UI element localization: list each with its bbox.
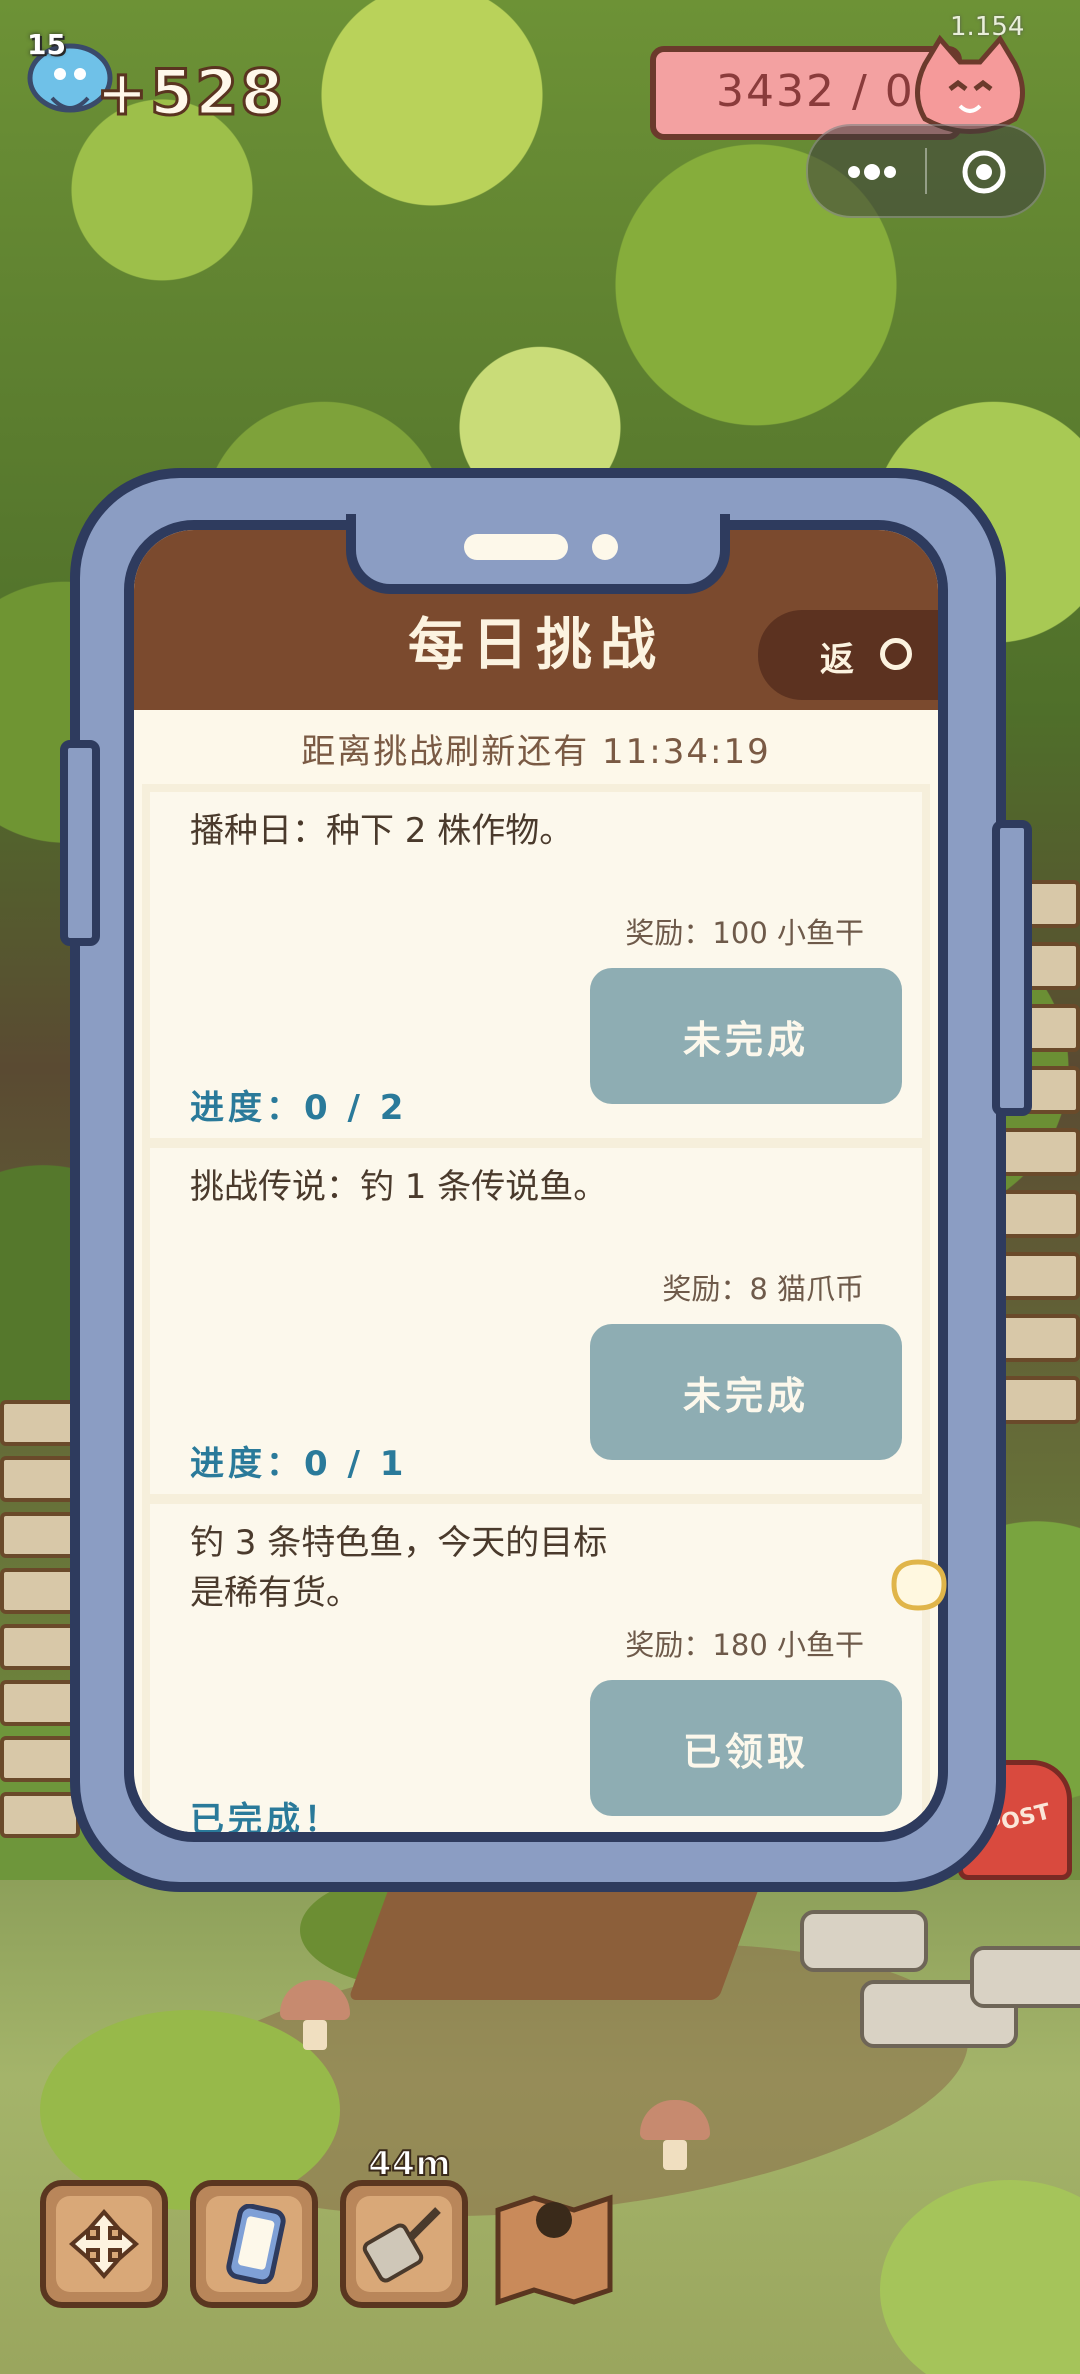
claimed-button[interactable]: 已领取 [590, 1680, 902, 1816]
challenge-description: 挑战传说：钓 1 条传说鱼。 [190, 1167, 608, 1207]
fishing-net-icon [362, 2207, 441, 2283]
pointing-hand-icon [891, 1559, 947, 1611]
phone-tool-button[interactable] [190, 2180, 318, 2308]
challenge-card: 钓 3 条特色鱼，今天的目标是稀有货。 奖励：180 小鱼干 已领取 已完成！ [150, 1504, 922, 1840]
panel-screen: 每日挑战 返 距离挑战刷新还有 11:34:19 播种日：种下 2 株作物。 奖… [124, 520, 948, 1842]
phone-side-button [992, 820, 1032, 1116]
wooden-deck [348, 1880, 762, 2000]
challenge-card: 播种日：种下 2 株作物。 奖励：100 小鱼干 未完成 进度：0 / 2 [150, 792, 922, 1138]
player-level: 15 [27, 28, 66, 61]
coin-value: 3432 / 0 [716, 66, 915, 117]
tool-timer: 44m [367, 2143, 452, 2185]
challenge-progress: 已完成！ [190, 1800, 342, 1840]
challenge-description: 播种日：种下 2 株作物。 [190, 811, 574, 851]
refresh-countdown: 距离挑战刷新还有 11:34:19 [301, 732, 771, 772]
back-button[interactable]: 返 [758, 610, 938, 700]
phone-notch [346, 514, 730, 594]
gem-count: +528 [94, 55, 286, 131]
mushroom-icon [280, 1980, 350, 2050]
challenge-progress: 进度：0 / 2 [190, 1088, 408, 1128]
more-dots-icon[interactable] [842, 154, 902, 190]
challenge-reward: 奖励：180 小鱼干 [625, 1628, 864, 1662]
mini-program-capsule [806, 124, 1046, 218]
challenge-reward: 奖励：100 小鱼干 [625, 916, 864, 950]
challenge-description: 钓 3 条特色鱼，今天的目标是稀有货。 [190, 1523, 608, 1613]
back-circle-icon [880, 638, 912, 670]
back-button-label: 返 [820, 640, 854, 680]
move-arrows-icon [68, 2208, 140, 2280]
challenge-reward: 奖励：8 猫爪币 [662, 1272, 864, 1306]
move-tool-button[interactable] [40, 2180, 168, 2308]
phone-icon [226, 2204, 286, 2284]
fishing-net-tool-button[interactable] [340, 2180, 468, 2308]
map-tool-button[interactable] [490, 2180, 618, 2308]
phone-side-button [60, 740, 100, 946]
mushroom-icon [640, 2100, 710, 2170]
rope-bridge [0, 1400, 80, 1838]
challenge-progress: 进度：0 / 1 [190, 1444, 408, 1484]
map-icon [495, 2194, 613, 2306]
camera-icon [592, 534, 618, 560]
challenge-status-button[interactable]: 未完成 [590, 968, 902, 1104]
challenge-card: 挑战传说：钓 1 条传说鱼。 奖励：8 猫爪币 未完成 进度：0 / 1 [150, 1148, 922, 1494]
speaker-icon [464, 534, 568, 560]
close-circle-icon[interactable] [960, 148, 1008, 196]
challenge-status-button[interactable]: 未完成 [590, 1324, 902, 1460]
